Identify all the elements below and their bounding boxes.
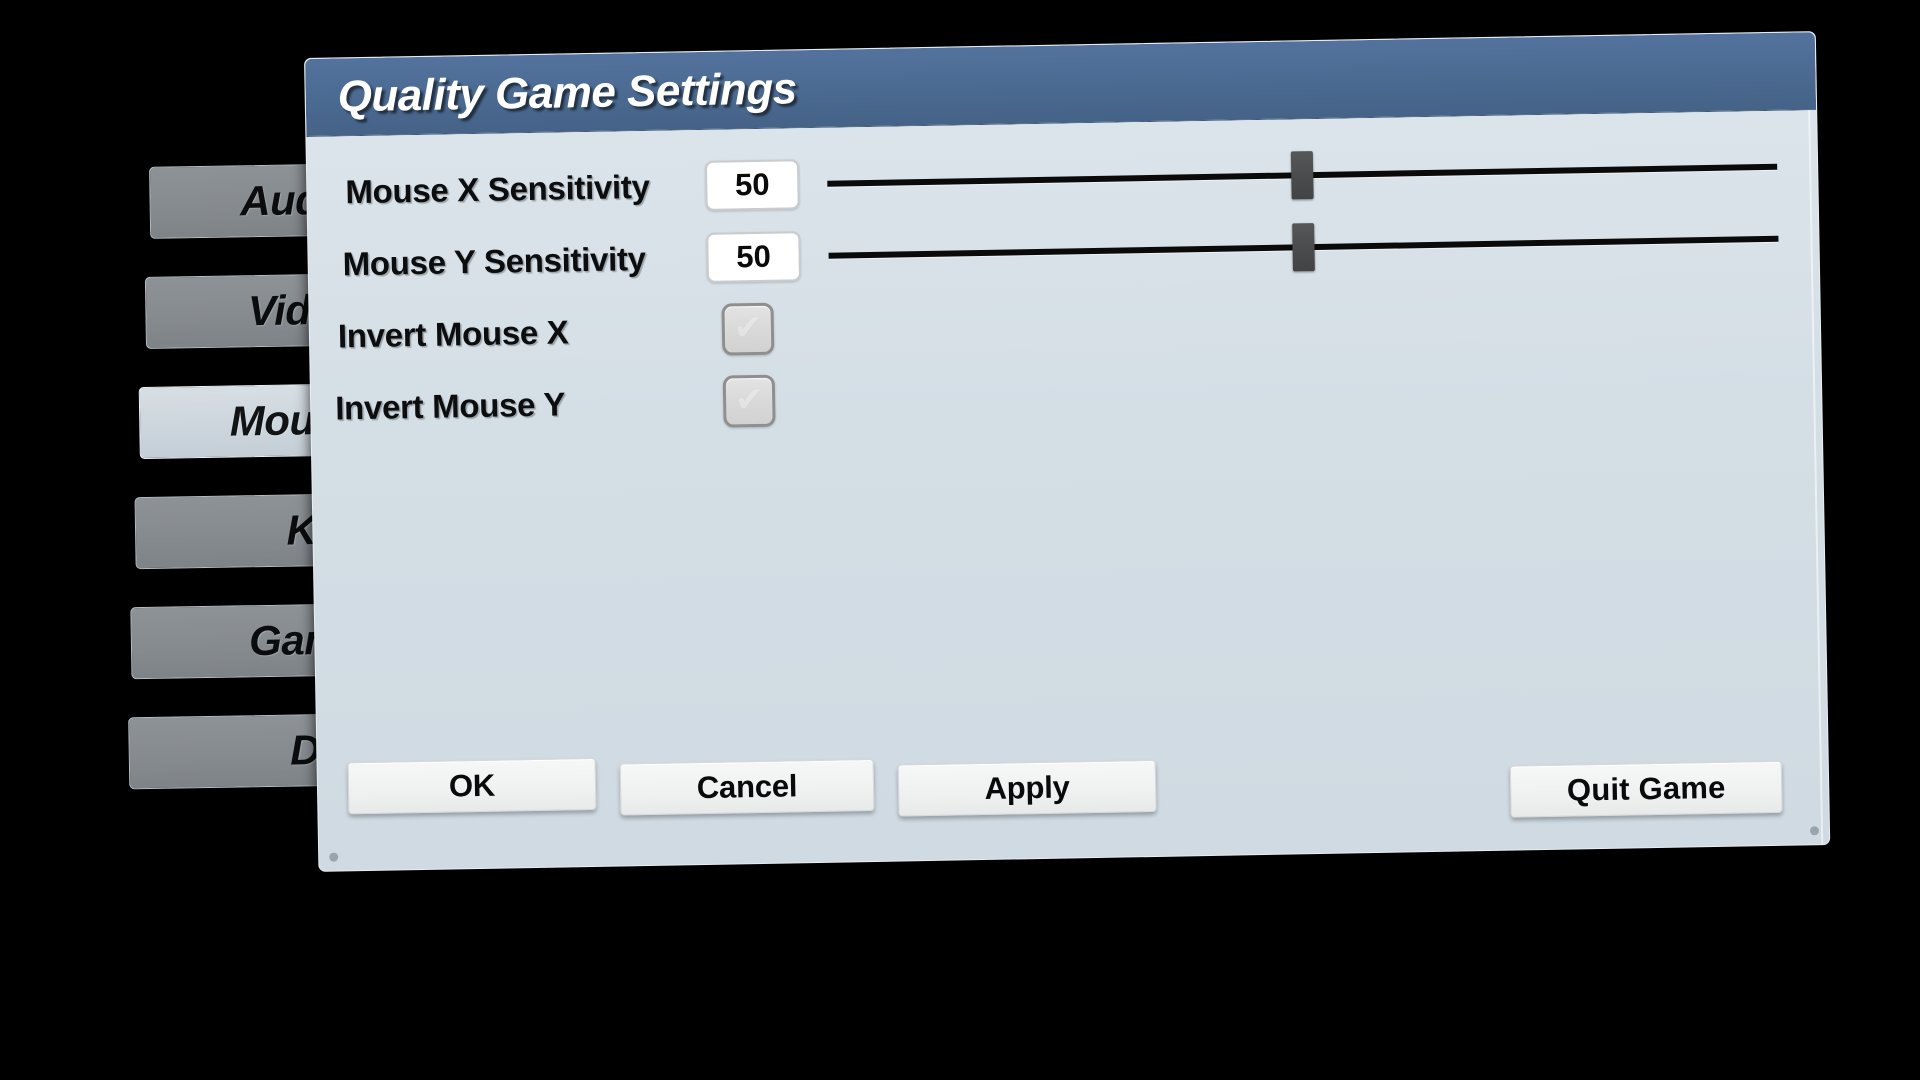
panel-resize-handle[interactable]: [1809, 826, 1820, 836]
invert-mouse-y-checkbox[interactable]: ✔: [722, 374, 776, 428]
dialog-title: Quality Game Settings: [337, 63, 798, 121]
slider-handle[interactable]: [1292, 223, 1315, 272]
setting-label: Invert Mouse Y: [334, 385, 566, 427]
mouse-y-sensitivity-input[interactable]: 50: [706, 231, 802, 283]
mouse-y-sensitivity-slider[interactable]: [828, 213, 1779, 282]
setting-label: Invert Mouse X: [337, 313, 569, 355]
setting-label: Mouse X Sensitivity: [345, 167, 650, 211]
ok-button[interactable]: OK: [347, 757, 597, 815]
quit-game-button[interactable]: Quit Game: [1509, 760, 1783, 818]
mouse-x-sensitivity-input[interactable]: 50: [704, 159, 800, 211]
screen: Audio Video Mouse Key Game Dev Quality G…: [0, 0, 1920, 1080]
checkmark-icon: ✔: [733, 308, 763, 348]
mouse-x-sensitivity-slider[interactable]: [827, 141, 1778, 210]
slider-handle[interactable]: [1290, 151, 1314, 200]
dialog-body: Mouse X Sensitivity 50 Mouse Y Sensitivi…: [306, 110, 1830, 871]
cancel-button[interactable]: Cancel: [619, 758, 875, 816]
panel-corner-dot: [329, 852, 339, 862]
settings-dialog: Quality Game Settings Mouse X Sensitivit…: [304, 31, 1831, 872]
invert-mouse-x-checkbox[interactable]: ✔: [721, 302, 775, 356]
apply-button[interactable]: Apply: [897, 759, 1157, 817]
setting-label: Mouse Y Sensitivity: [342, 239, 646, 283]
checkmark-icon: ✔: [734, 380, 764, 420]
